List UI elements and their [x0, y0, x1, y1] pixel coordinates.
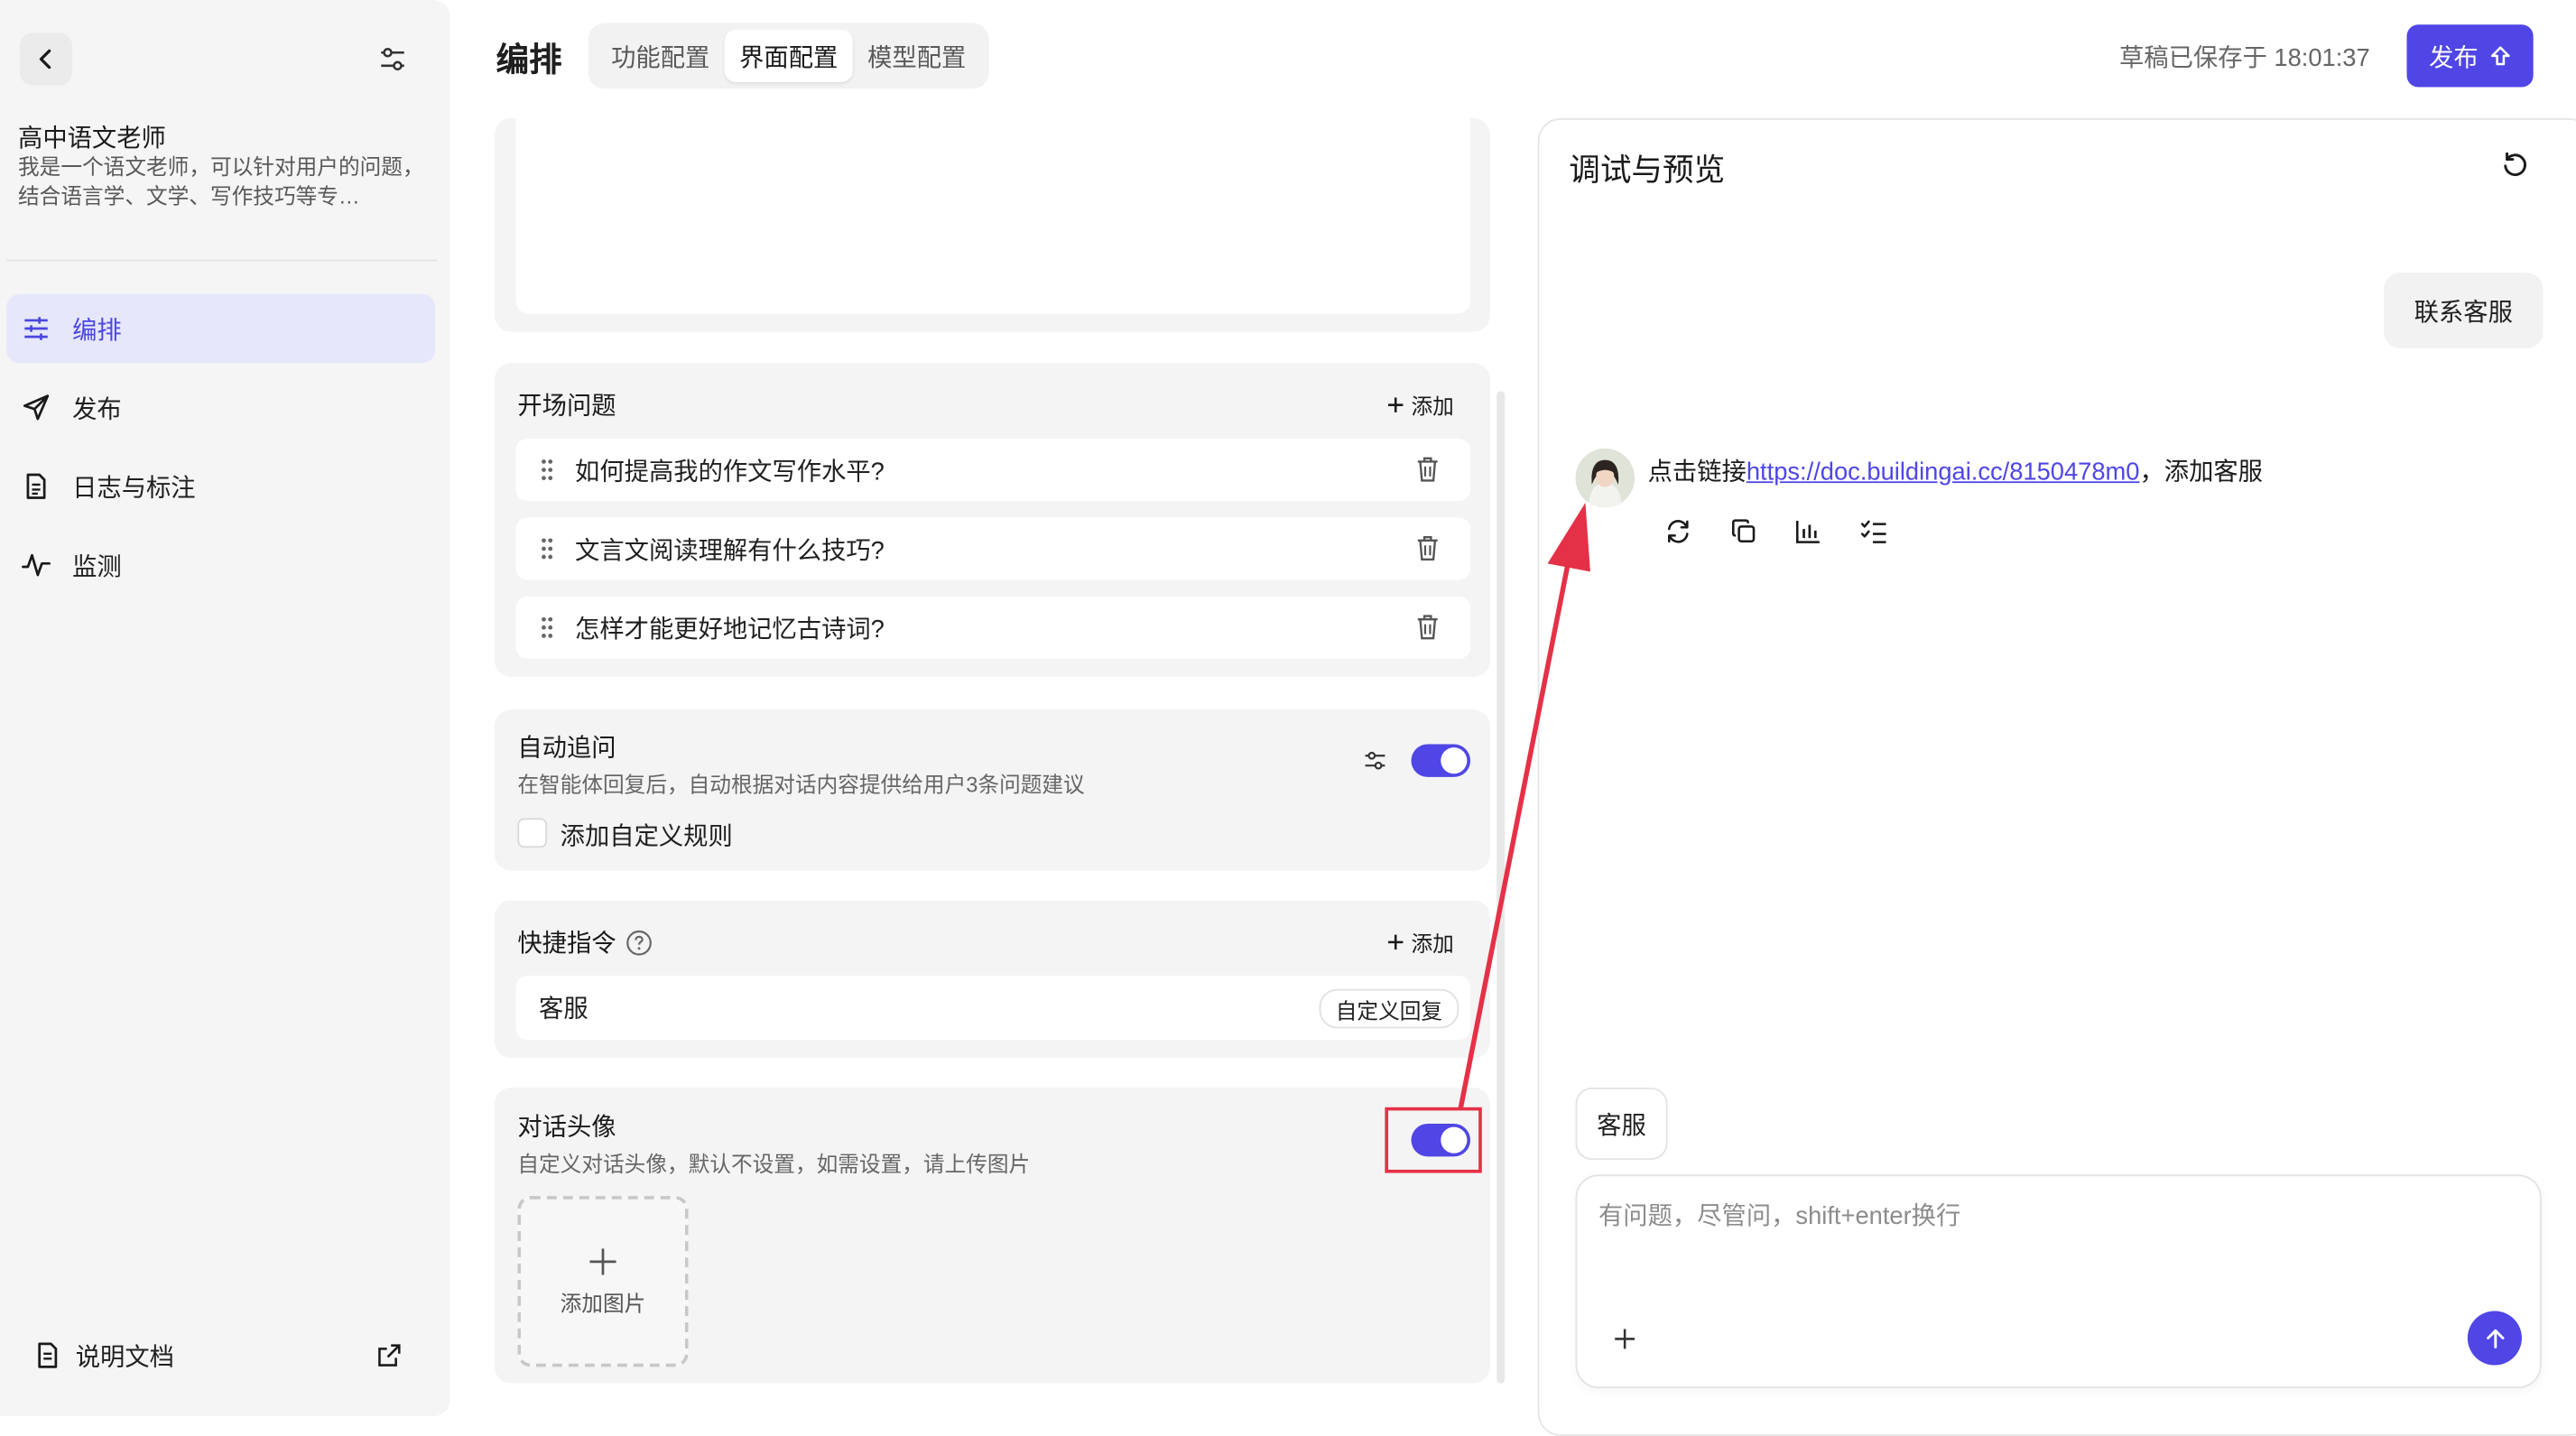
opening-questions-title: 开场问题 [517, 393, 616, 421]
help-circle-icon[interactable] [626, 929, 653, 955]
docs-label: 说明文档 [75, 1342, 174, 1371]
custom-rule-label: 添加自定义规则 [560, 822, 733, 851]
publish-button[interactable]: 发布 [2406, 24, 2534, 88]
agent-name: 高中语文老师 [18, 125, 166, 153]
send-button[interactable] [2467, 1311, 2522, 1366]
trash-icon[interactable] [1414, 455, 1441, 489]
sidebar-item-orchestrate[interactable]: 编排 [6, 293, 436, 364]
docs-link[interactable]: 说明文档 [30, 1334, 424, 1376]
tab-feature-config[interactable]: 功能配置 [597, 30, 725, 82]
preview-title: 调试与预览 [1569, 154, 1726, 190]
save-status: 草稿已保存于 18:01:37 [2118, 44, 2370, 73]
plus-icon [589, 1247, 616, 1274]
bot-message-suffix: ，添加客服 [2139, 458, 2264, 486]
chat-avatar-card: 对话头像 自定义对话头像，默认不设置，如需设置，请上传图片 添加图片 [494, 1087, 1490, 1384]
sidebar-item-label: 发布 [72, 394, 122, 423]
bot-message: 点击链接https://doc.buildingai.cc/8150478m0，… [1648, 453, 2263, 487]
refresh-icon[interactable] [2500, 151, 2530, 181]
opening-question-text[interactable]: 文言文阅读理解有什么技巧? [575, 532, 885, 566]
regenerate-icon [1667, 519, 1688, 542]
sidebar: 高中语文老师 我是一个语文老师，可以针对用户的问题，结合语言学、文学、写作技巧等… [0, 0, 450, 1416]
auto-followup-description: 在智能体回复后，自动根据对话内容提供给用户3条问题建议 [517, 772, 1085, 797]
upload-image-button[interactable]: 添加图片 [517, 1196, 689, 1367]
text-area[interactable] [515, 118, 1471, 314]
opening-question-text[interactable]: 怎样才能更好地记忆古诗词? [575, 610, 885, 644]
chat-input-box [1575, 1174, 2542, 1389]
chat-avatar-title: 对话头像 [517, 1114, 616, 1143]
shortcut-tag: 自定义回复 [1319, 988, 1459, 1029]
arrow-up-icon [2486, 1328, 2504, 1348]
plus-icon[interactable] [1613, 1328, 1635, 1350]
settings-sliders-icon[interactable] [1364, 749, 1386, 772]
plus-icon [1388, 934, 1404, 950]
stats-button[interactable] [1789, 513, 1825, 549]
publish-label: 发布 [2429, 43, 2479, 72]
sidebar-item-label: 日志与标注 [72, 474, 196, 503]
settings-button[interactable] [366, 32, 419, 85]
shortcuts-title-wrap: 快捷指令 [517, 925, 652, 959]
drag-handle-icon[interactable] [535, 616, 558, 639]
opening-question-row: 怎样才能更好地记忆古诗词? [515, 596, 1471, 659]
auto-followup-title: 自动追问 [517, 734, 616, 763]
chevron-left-icon [39, 49, 51, 69]
chat-input[interactable] [1595, 1194, 2522, 1300]
page-title: 编排 [496, 42, 562, 79]
custom-rule-checkbox[interactable] [517, 818, 548, 848]
shortcut-chip[interactable]: 客服 [1575, 1087, 1668, 1161]
highlight-box [1385, 1107, 1482, 1173]
checklist-button[interactable] [1855, 513, 1891, 549]
drag-handle-icon[interactable] [535, 459, 558, 481]
config-scrollbar[interactable] [1496, 391, 1506, 1384]
upload-image-label: 添加图片 [560, 1290, 646, 1316]
document-icon [20, 471, 52, 501]
config-tabs: 功能配置 界面配置 模型配置 [588, 23, 989, 89]
document-icon [38, 1342, 58, 1368]
add-shortcut-button[interactable]: 添加 [1386, 927, 1454, 959]
top-card [494, 118, 1490, 332]
agent-description: 我是一个语文老师，可以针对用户的问题，结合语言学、文学、写作技巧等专… [18, 154, 424, 209]
auto-followup-card: 自动追问 在智能体回复后，自动根据对话内容提供给用户3条问题建议 添加自定义规则 [494, 709, 1490, 871]
regenerate-button[interactable] [1659, 513, 1695, 549]
opening-question-row: 文言文阅读理解有什么技巧? [515, 517, 1471, 580]
shortcut-row[interactable]: 客服 自定义回复 [515, 976, 1471, 1041]
back-button[interactable] [19, 32, 73, 86]
sidebar-item-logs[interactable]: 日志与标注 [6, 452, 435, 521]
shortcut-name: 客服 [539, 996, 588, 1024]
sidebar-item-label: 监测 [72, 552, 122, 581]
shortcuts-card: 快捷指令 添加 客服 自定义回复 [494, 900, 1490, 1059]
add-opening-question-button[interactable]: 添加 [1386, 389, 1454, 421]
activity-icon [20, 551, 52, 580]
sidebar-item-publish[interactable]: 发布 [6, 373, 435, 441]
opening-questions-card: 开场问题 添加 如何提高我的作文写作水平? 文言文阅读理解有什么技巧? 怎样才能… [494, 363, 1490, 677]
opening-question-text[interactable]: 如何提高我的作文写作水平? [575, 452, 885, 486]
checklist-icon [1859, 519, 1886, 543]
settings-sliders-icon [381, 47, 404, 71]
external-link-icon [378, 1344, 401, 1367]
trash-icon[interactable] [1414, 613, 1441, 647]
trash-icon[interactable] [1414, 534, 1441, 569]
bot-avatar [1575, 448, 1635, 508]
user-message-bubble: 联系客服 [2384, 273, 2544, 348]
bar-chart-icon [1795, 520, 1819, 543]
send-icon [20, 393, 52, 422]
tab-model-config[interactable]: 模型配置 [853, 30, 981, 82]
sliders-icon [20, 314, 52, 344]
add-label: 添加 [1411, 394, 1454, 420]
shortcuts-title: 快捷指令 [517, 930, 616, 959]
sidebar-item-label: 编排 [72, 316, 122, 345]
auto-followup-toggle[interactable] [1411, 744, 1471, 777]
add-label: 添加 [1411, 931, 1454, 957]
copy-button[interactable] [1725, 513, 1761, 549]
bot-message-prefix: 点击链接 [1647, 458, 1747, 486]
copy-icon [1731, 518, 1755, 542]
chat-avatar-description: 自定义对话头像，默认不设置，如需设置，请上传图片 [517, 1151, 1031, 1177]
drag-handle-icon[interactable] [535, 537, 558, 560]
tab-ui-config[interactable]: 界面配置 [724, 29, 853, 83]
bot-message-link[interactable]: https://doc.buildingai.cc/8150478m0 [1747, 459, 2140, 486]
opening-question-row: 如何提高我的作文写作水平? [515, 438, 1471, 502]
upload-arrow-icon [2489, 46, 2509, 66]
sidebar-divider [6, 259, 438, 262]
sidebar-item-monitor[interactable]: 监测 [6, 531, 435, 599]
plus-icon [1388, 397, 1404, 412]
